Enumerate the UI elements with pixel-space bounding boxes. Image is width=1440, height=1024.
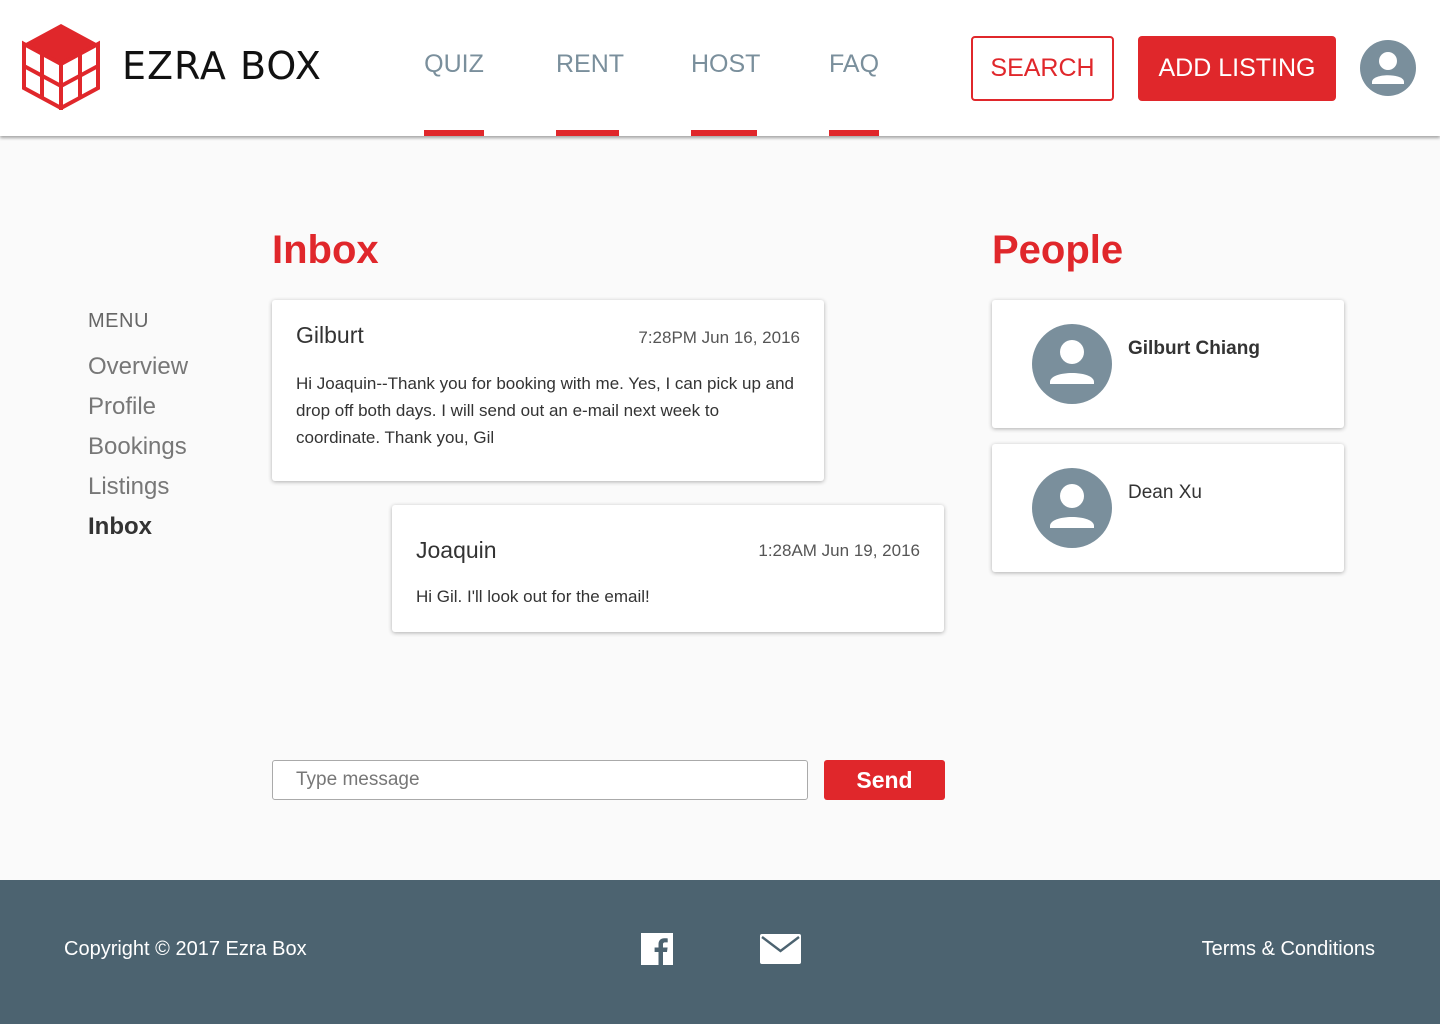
ezra-box-logo-icon[interactable] xyxy=(22,22,100,110)
add-listing-button[interactable]: ADD LISTING xyxy=(1138,36,1336,101)
nav-label: RENT xyxy=(556,50,625,78)
person-avatar-icon xyxy=(1032,468,1112,548)
sidebar-item-overview[interactable]: Overview xyxy=(88,353,188,381)
message-body: Hi Gil. I'll look out for the email! xyxy=(416,587,650,606)
sidebar-item-listings[interactable]: Listings xyxy=(88,473,169,501)
nav-label: QUIZ xyxy=(424,50,484,78)
mail-icon[interactable] xyxy=(760,934,801,964)
nav-item-rent[interactable]: RENT xyxy=(556,0,625,136)
facebook-icon[interactable] xyxy=(641,933,673,965)
inbox-title: Inbox xyxy=(272,228,379,272)
nav-item-host[interactable]: HOST xyxy=(691,0,761,136)
search-button[interactable]: SEARCH xyxy=(971,36,1114,101)
copyright-text: Copyright © 2017 Ezra Box xyxy=(64,938,307,960)
sidebar-item-profile[interactable]: Profile xyxy=(88,393,156,421)
terms-link[interactable]: Terms & Conditions xyxy=(1202,938,1375,961)
nav-item-faq[interactable]: FAQ xyxy=(829,0,879,136)
header: EZRA BOX QUIZ RENT HOST FAQ SEARCH ADD L… xyxy=(0,0,1440,136)
person-card-gilburt-chiang[interactable]: Gilburt Chiang xyxy=(992,300,1344,428)
send-button[interactable]: Send xyxy=(824,760,945,800)
menu-heading: MENU xyxy=(88,310,149,332)
nav-active-indicator xyxy=(829,130,879,136)
sidebar-item-bookings[interactable]: Bookings xyxy=(88,433,187,461)
message-sender: Gilburt xyxy=(296,322,364,348)
user-avatar-icon[interactable] xyxy=(1360,40,1416,96)
person-name: Gilburt Chiang xyxy=(1128,338,1260,359)
message-card: Joaquin 1:28AM Jun 19, 2016 Hi Gil. I'll… xyxy=(392,505,944,632)
nav-active-indicator xyxy=(556,130,619,136)
footer: Copyright © 2017 Ezra Box Terms & Condit… xyxy=(0,880,1440,1024)
brand-name[interactable]: EZRA BOX xyxy=(122,44,322,88)
person-avatar-icon xyxy=(1032,324,1112,404)
message-card: Gilburt 7:28PM Jun 16, 2016 Hi Joaquin--… xyxy=(272,300,824,481)
message-timestamp: 1:28AM Jun 19, 2016 xyxy=(758,541,920,560)
nav-active-indicator xyxy=(691,130,757,136)
message-timestamp: 7:28PM Jun 16, 2016 xyxy=(638,328,800,347)
person-name: Dean Xu xyxy=(1128,482,1202,503)
message-input[interactable] xyxy=(272,760,808,800)
person-card-dean-xu[interactable]: Dean Xu xyxy=(992,444,1344,572)
message-body: Hi Joaquin--Thank you for booking with m… xyxy=(296,374,795,447)
nav-label: HOST xyxy=(691,50,761,78)
people-title: People xyxy=(992,228,1124,272)
nav-label: FAQ xyxy=(829,50,880,78)
nav-active-indicator xyxy=(424,130,484,136)
sidebar-item-inbox[interactable]: Inbox xyxy=(88,513,152,541)
message-sender: Joaquin xyxy=(416,537,497,563)
nav-item-quiz[interactable]: QUIZ xyxy=(424,0,484,136)
